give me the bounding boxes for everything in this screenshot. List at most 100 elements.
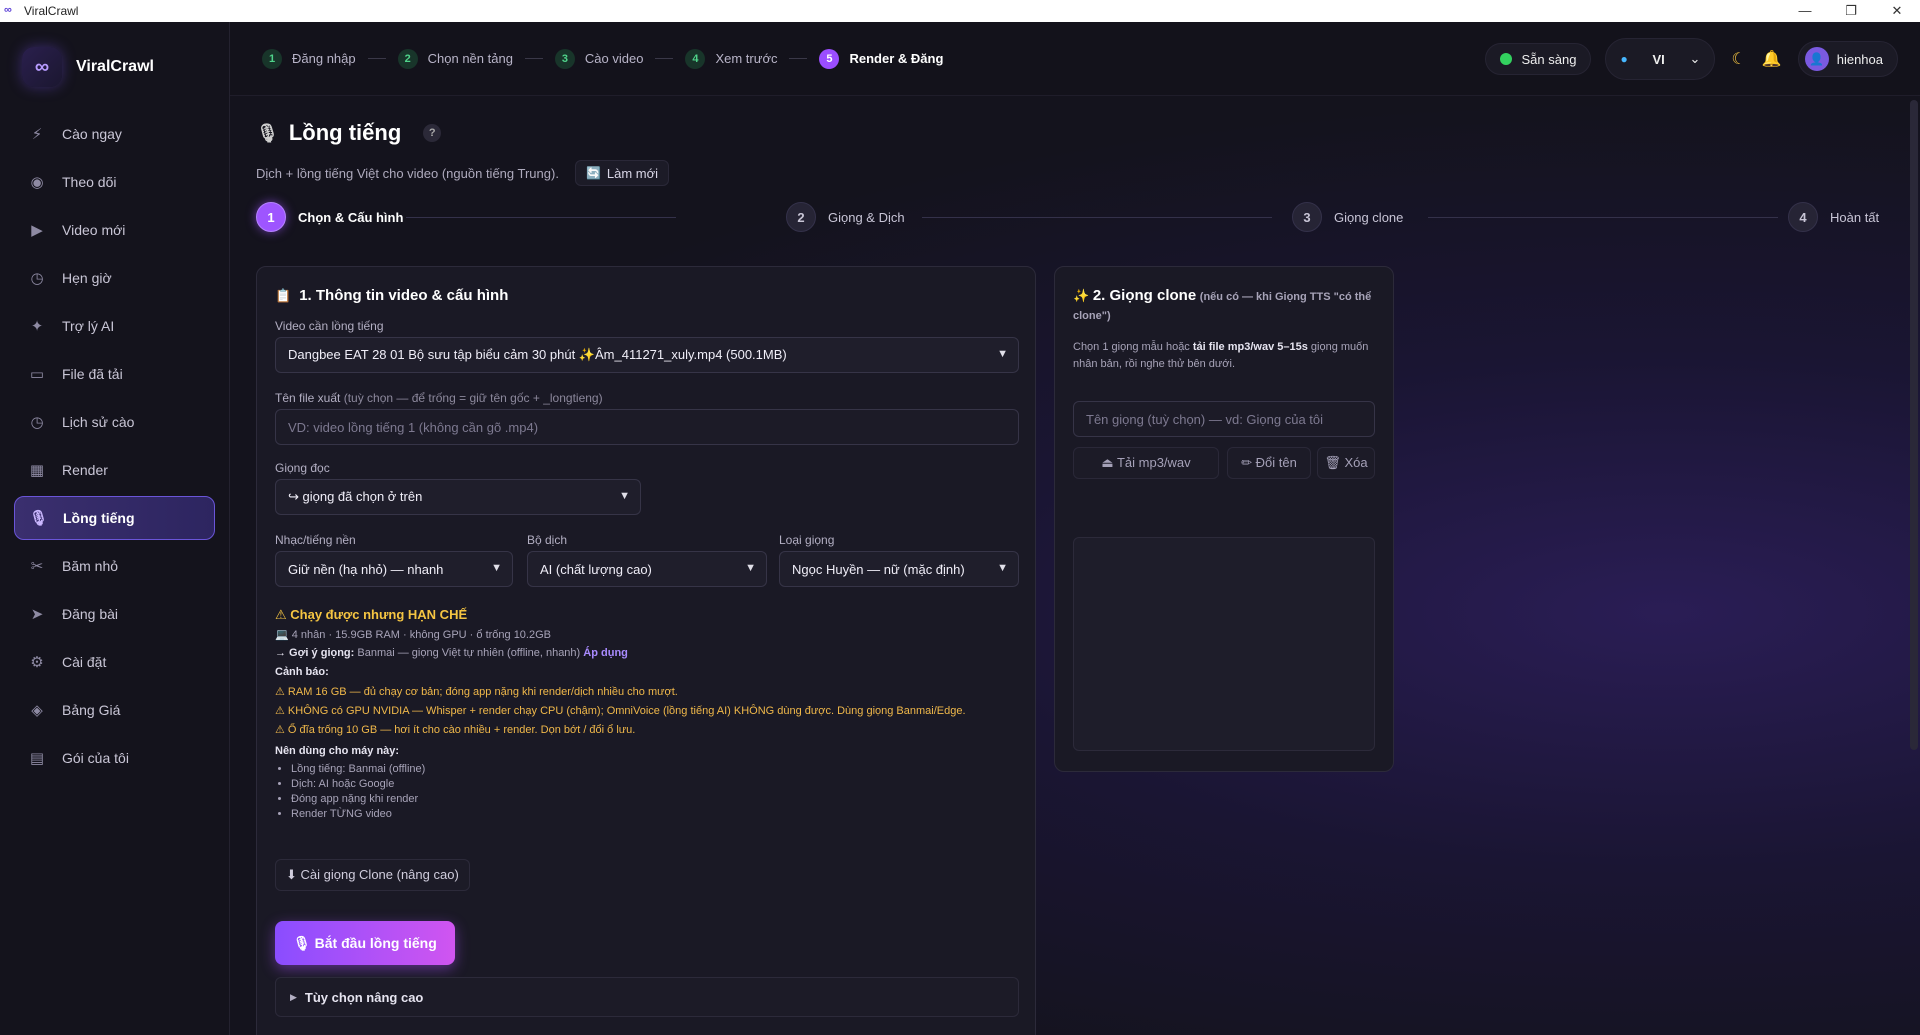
play-circle-icon: ▶ <box>31 222 43 239</box>
sidebar-item-theo-doi[interactable]: ◉ Theo dõi <box>14 160 215 204</box>
voice-select[interactable]: ↪ giọng đã chọn ở trên ▼ <box>275 479 641 515</box>
step-number: 2 <box>397 48 418 69</box>
send-icon: ➤ <box>30 606 44 623</box>
chevron-down-icon: ▼ <box>491 562 502 574</box>
step-separator <box>789 58 808 59</box>
rename-voice-button[interactable]: ✏ Đổi tên <box>1227 447 1311 479</box>
user-menu[interactable]: 👤 hienhoa <box>1797 41 1898 77</box>
dark-mode-toggle-icon[interactable]: ☾ <box>1731 49 1745 69</box>
wizard-step-number: 4 <box>1788 202 1818 232</box>
refresh-icon: 🔄 <box>585 166 601 180</box>
sidebar-item-goi-cua-toi[interactable]: ▤ Gói của tôi <box>14 736 215 780</box>
step-number: 1 <box>262 48 282 69</box>
chevron-down-icon: ▼ <box>619 490 630 502</box>
list-item: Lồng tiếng: Banmai (offline) <box>291 763 425 775</box>
sidebar-item-video-moi[interactable]: ▶ Video mới <box>14 208 215 252</box>
sidebar: ∞ ViralCrawl ⚡ Cào ngay ◉ Theo dõi ▶ Video … <box>0 22 230 1035</box>
microphone-icon: 🎙 <box>256 122 279 143</box>
apply-suggestion-link[interactable]: Áp dụng <box>583 647 628 659</box>
wizard-step-voice-translate[interactable]: 2 Giọng & Dịch <box>786 202 905 232</box>
delete-voice-button[interactable]: 🗑 Xóa <box>1317 447 1375 479</box>
upload-voice-button[interactable]: ⏏ Tải mp3/wav <box>1073 447 1219 479</box>
sidebar-item-lich-su-cao[interactable]: ◷ Lịch sử cào <box>14 400 215 444</box>
wizard-step-done[interactable]: 4 Hoàn tất <box>1788 202 1879 232</box>
refresh-button[interactable]: 🔄 Làm mới <box>574 160 670 186</box>
start-dubbing-button[interactable]: 🎙 Bắt đầu lồng tiếng <box>275 921 455 965</box>
voice-type-select-value: Ngọc Huyền — nữ (mặc định) <box>792 561 965 577</box>
language-select[interactable]: ● VI ⌄ <box>1605 38 1716 80</box>
topbar-step-render-post[interactable]: 5 Render & Đăng <box>819 48 943 69</box>
wizard-step-config[interactable]: 1 Chọn & Cấu hình <box>256 202 403 232</box>
topbar-step-platform[interactable]: 2 Chọn nền tảng <box>397 48 513 69</box>
brand[interactable]: ∞ ViralCrawl <box>0 22 229 112</box>
window-titlebar: ∞ ViralCrawl — ❐ ✕ <box>0 0 1920 22</box>
window-controls: — ❐ ✕ <box>1782 0 1920 22</box>
globe-icon: ● <box>1620 52 1628 66</box>
warning-gpu: ⚠ KHÔNG có GPU NVIDIA — Whisper + render… <box>275 705 966 717</box>
video-label: Video cần lồng tiếng <box>275 319 384 333</box>
sidebar-item-label: Cào ngay <box>62 126 122 142</box>
sidebar-item-bam-nho[interactable]: ✂ Băm nhỏ <box>14 544 215 588</box>
bell-icon[interactable]: 🔔 <box>1762 49 1782 69</box>
translator-select[interactable]: AI (chất lượng cao) ▼ <box>527 551 767 587</box>
warning-disk: ⚠ Ổ đĩa trống 10 GB — hơi ít cho cào nhi… <box>275 724 636 736</box>
clone-desc-prefix: Chọn 1 giọng mẫu hoặc <box>1073 341 1190 353</box>
help-icon[interactable]: ? <box>423 124 442 142</box>
close-button[interactable]: ✕ <box>1874 0 1920 22</box>
sidebar-item-label: Băm nhỏ <box>62 558 119 574</box>
refresh-label: Làm mới <box>606 165 659 181</box>
maximize-button[interactable]: ❐ <box>1828 0 1874 22</box>
wizard-step-clone[interactable]: 3 Giọng clone <box>1292 202 1403 232</box>
sidebar-item-cao-ngay[interactable]: ⚡ Cào ngay <box>14 112 215 156</box>
sidebar-item-hen-gio[interactable]: ◷ Hẹn giờ <box>14 256 215 300</box>
step-label: Xem trước <box>715 51 778 66</box>
music-select[interactable]: Giữ nền (hạ nhỏ) — nhanh ▼ <box>275 551 513 587</box>
recommend-list: Lồng tiếng: Banmai (offline) Dịch: AI ho… <box>275 763 425 823</box>
scissors-icon: ✂ <box>30 558 44 575</box>
page-subtitle: Dịch + lồng tiếng Việt cho video (nguồn … <box>256 160 670 186</box>
sidebar-item-cai-dat[interactable]: ⚙ Cài đặt <box>14 640 215 684</box>
wizard-step-label: Giọng clone <box>1334 209 1404 225</box>
suggestion-text: Banmai — giọng Việt tự nhiên (offline, n… <box>357 647 581 659</box>
microphone-icon: 🎙 <box>29 510 49 527</box>
topbar-step-login[interactable]: 1 Đăng nhập <box>262 48 356 69</box>
topbar-actions: Sẵn sàng ● VI ⌄ ☾ 🔔 👤 hienhoa <box>1484 38 1898 80</box>
status-dot-icon <box>1499 53 1512 65</box>
topbar-step-preview[interactable]: 4 Xem trước <box>685 48 778 69</box>
recommend-heading: Nên dùng cho máy này: <box>275 745 399 757</box>
voice-preview-area <box>1073 537 1375 751</box>
install-clone-button[interactable]: ⬇ Cài giọng Clone (nâng cao) <box>275 859 470 891</box>
sidebar-item-bang-gia[interactable]: ◈ Bảng Giá <box>14 688 215 732</box>
system-warning-title: ⚠ Chạy được nhưng HẠN CHẾ <box>275 607 467 623</box>
wizard-step-number: 2 <box>786 202 816 232</box>
wizard-step-label: Chọn & Cấu hình <box>298 209 404 225</box>
warnings-heading: Cảnh báo: <box>275 666 329 678</box>
suggestion-prefix: → Gợi ý giọng: <box>275 647 355 659</box>
voice-suggestion: → Gợi ý giọng: Banmai — giọng Việt tự nh… <box>275 647 628 659</box>
warnings-label: Cảnh báo: <box>275 666 329 678</box>
clone-description: Chọn 1 giọng mẫu hoặc tải file mp3/wav 5… <box>1073 339 1383 373</box>
translator-select-value: AI (chất lượng cao) <box>540 561 652 577</box>
sidebar-item-dang-bai[interactable]: ➤ Đăng bài <box>14 592 215 636</box>
sidebar-item-label: Theo dõi <box>62 174 117 190</box>
topbar-step-crawl[interactable]: 3 Cào video <box>554 48 643 69</box>
scrollbar[interactable] <box>1910 100 1918 750</box>
voice-type-select[interactable]: Ngọc Huyền — nữ (mặc định) ▼ <box>779 551 1019 587</box>
filename-input[interactable]: VD: video lồng tiếng 1 (không cần gõ .mp… <box>275 409 1019 445</box>
status-text: Sẵn sàng <box>1521 51 1577 67</box>
sidebar-item-tro-ly-ai[interactable]: ✦ Trợ lý AI <box>14 304 215 348</box>
clone-card-title-text: 2. Giọng clone <box>1092 287 1197 304</box>
sparkle-icon: ✨ <box>1073 288 1090 303</box>
sidebar-item-file-da-tai[interactable]: ▭ File đã tải <box>14 352 215 396</box>
sidebar-item-render[interactable]: ▦ Render <box>14 448 215 492</box>
page-title: 🎙 Lồng tiếng ? <box>256 120 669 146</box>
video-select[interactable]: Dangbee EAT 28 01 Bộ sưu tập biểu cảm 30… <box>275 337 1019 373</box>
sidebar-item-long-tieng[interactable]: 🎙 Lồng tiếng <box>14 496 215 540</box>
lightning-icon: ⚡ <box>31 126 43 143</box>
config-card-title: 📋 1. Thông tin video & cấu hình <box>275 287 508 304</box>
clone-name-input[interactable]: Tên giọng (tuỳ chọn) — vd: Giọng của tôi <box>1073 401 1375 437</box>
warning-ram: ⚠ RAM 16 GB — đủ chạy cơ bản; đóng app n… <box>275 686 678 698</box>
advanced-options-toggle[interactable]: ▶ Tùy chọn nâng cao <box>275 977 1019 1017</box>
minimize-button[interactable]: — <box>1782 0 1828 22</box>
triangle-right-icon: ▶ <box>290 991 297 1002</box>
